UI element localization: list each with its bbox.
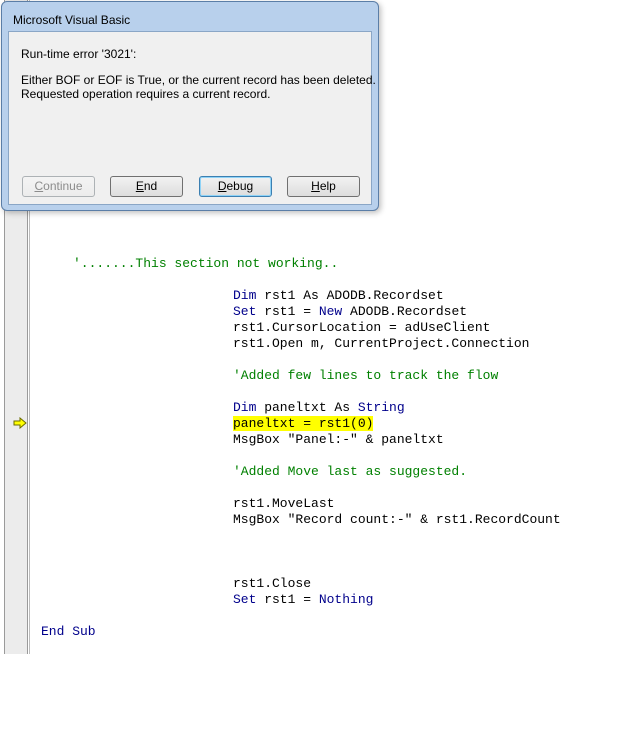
code-line-open[interactable]: rst1.Open m, CurrentProject.Connection: [233, 336, 529, 352]
error-message-line-1: Either BOF or EOF is True, or the curren…: [21, 73, 376, 87]
code-line-move-last[interactable]: rst1.MoveLast: [233, 496, 334, 512]
error-code-text: Run-time error '3021':: [21, 47, 137, 61]
code-line-comment-track[interactable]: 'Added few lines to track the flow: [233, 368, 498, 384]
debug-button[interactable]: Debug: [199, 176, 272, 197]
end-button-label: End: [135, 179, 158, 193]
code-line-comment-section[interactable]: '.......This section not working..: [73, 256, 338, 272]
code-line-cursor-location[interactable]: rst1.CursorLocation = adUseClient: [233, 320, 490, 336]
dialog-body: Run-time error '3021': Either BOF or EOF…: [8, 31, 376, 205]
code-line-dim-paneltxt[interactable]: Dim paneltxt As String: [233, 400, 405, 416]
code-text: paneltxt As: [256, 400, 358, 415]
code-line-end-sub[interactable]: End Sub: [41, 624, 96, 640]
continue-button[interactable]: Continue: [22, 176, 95, 197]
code-text: rst1 =: [256, 304, 319, 319]
end-button[interactable]: End: [110, 176, 183, 197]
code-text: rst1 =: [256, 592, 319, 607]
help-button-label: Help: [311, 179, 336, 193]
keyword: Nothing: [318, 592, 374, 607]
code-line-set-rst1[interactable]: Set rst1 = New ADODB.Recordset: [233, 304, 467, 320]
code-line-comment-move[interactable]: 'Added Move last as suggested.: [233, 464, 467, 480]
runtime-error-dialog: Microsoft Visual Basic Run-time error '3…: [1, 1, 379, 211]
arrow-right-icon: [13, 417, 27, 429]
code-line-set-nothing[interactable]: Set rst1 = Nothing: [233, 592, 373, 608]
keyword: New: [318, 304, 343, 319]
dialog-title: Microsoft Visual Basic: [13, 13, 131, 27]
keyword: Set: [233, 304, 257, 319]
code-line-close[interactable]: rst1.Close: [233, 576, 311, 592]
keyword: Dim: [233, 400, 257, 415]
keyword: Dim: [233, 288, 257, 303]
code-line-paneltxt-assign[interactable]: paneltxt = rst1(0): [233, 416, 374, 432]
keyword: String: [357, 400, 405, 415]
debug-button-label: Debug: [217, 179, 254, 193]
help-button[interactable]: Help: [287, 176, 360, 197]
keyword: Set: [233, 592, 257, 607]
error-message-line-2: Requested operation requires a current r…: [21, 87, 271, 101]
code-line-msgbox-count[interactable]: MsgBox "Record count:-" & rst1.RecordCou…: [233, 512, 561, 528]
code-line-dim-rst1[interactable]: Dim rst1 As ADODB.Recordset: [233, 288, 444, 304]
code-text: ADODB.Recordset: [342, 304, 468, 319]
code-text: rst1 As ADODB.Recordset: [256, 288, 444, 303]
execution-highlight: paneltxt = rst1(0): [233, 416, 374, 431]
continue-button-label: Continue: [34, 179, 83, 193]
code-line-msgbox-panel[interactable]: MsgBox "Panel:-" & paneltxt: [233, 432, 444, 448]
